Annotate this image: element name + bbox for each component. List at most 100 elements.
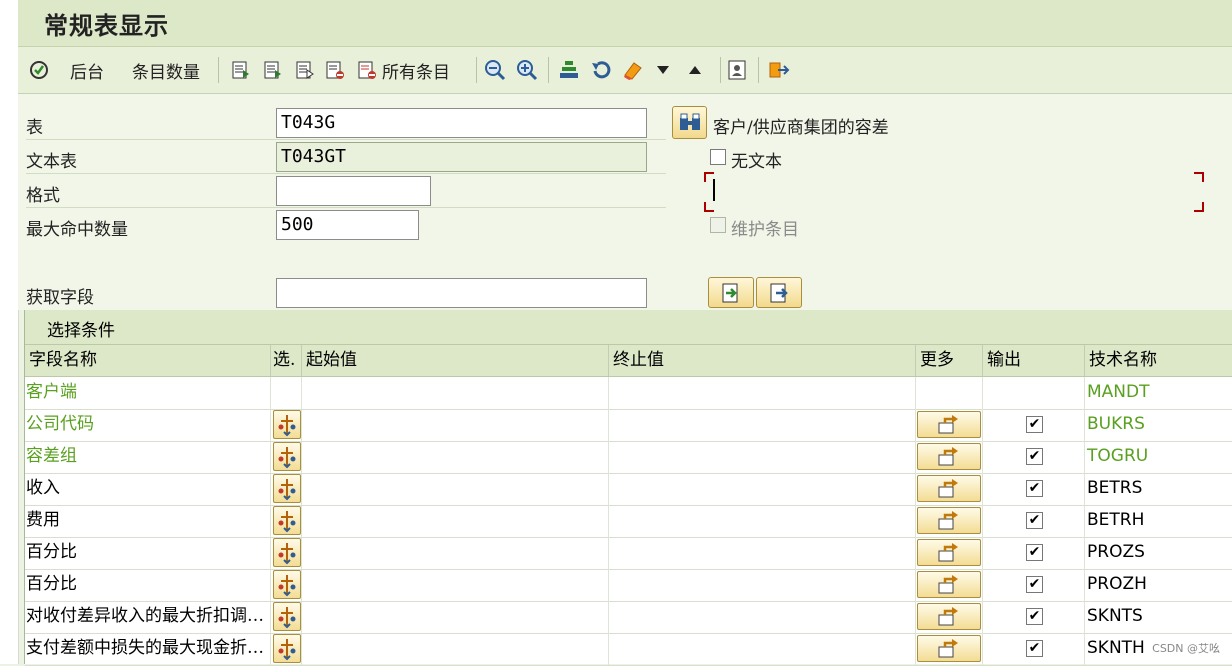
focus-corner	[1194, 172, 1204, 182]
output-checkbox[interactable]: ✔	[1026, 544, 1043, 561]
col-select[interactable]: 选.	[271, 345, 302, 376]
multiple-selection-button[interactable]	[273, 410, 301, 439]
selection-criteria-grid: 选择条件 字段名称 选. 起始值 终止值 更多 输出 技术名称 客户端 MANDT…	[24, 310, 1232, 666]
from-value-input[interactable]	[302, 473, 609, 505]
multiple-selection-icon	[278, 446, 296, 468]
selection-header-form: 表 T043G 文本表 T043GT 格式 最大命中数量 500 获取字段 客户…	[18, 94, 1232, 310]
max-hits-input[interactable]: 500	[276, 210, 419, 240]
table-row: 容差组 TOGRU ✔	[25, 441, 1232, 474]
all-entries-icon[interactable]	[356, 59, 378, 81]
table-input[interactable]: T043G	[276, 108, 647, 138]
field-name-cell: 公司代码	[25, 409, 271, 441]
binoculars-icon	[679, 113, 700, 130]
execute-icon[interactable]	[28, 59, 50, 81]
more-button[interactable]	[917, 507, 981, 534]
output-checkbox[interactable]: ✔	[1026, 416, 1043, 433]
from-value-input[interactable]	[302, 441, 609, 473]
from-value-input[interactable]	[302, 601, 609, 633]
multiple-selection-button[interactable]	[273, 570, 301, 599]
to-value-input[interactable]	[609, 473, 916, 505]
format-input[interactable]	[276, 176, 431, 206]
deselect-all-icon[interactable]	[294, 59, 316, 81]
col-field-name[interactable]: 字段名称	[25, 345, 271, 376]
delete-selection-icon[interactable]	[324, 59, 346, 81]
to-value-input[interactable]	[609, 441, 916, 473]
user-settings-icon[interactable]	[726, 59, 748, 81]
more-button[interactable]	[917, 603, 981, 630]
field-name-cell: 客户端	[25, 377, 271, 409]
multiple-selection-button[interactable]	[273, 602, 301, 631]
output-checkbox[interactable]: ✔	[1026, 448, 1043, 465]
number-of-entries-button[interactable]: 条目数量	[132, 47, 200, 93]
select-block-icon[interactable]	[262, 59, 284, 81]
to-value-input[interactable]	[609, 505, 916, 537]
more-button[interactable]	[917, 411, 981, 438]
col-to-value[interactable]: 终止值	[609, 345, 916, 376]
output-checkbox[interactable]: ✔	[1026, 480, 1043, 497]
output-cell	[983, 377, 1085, 409]
multiple-selection-button[interactable]	[273, 538, 301, 567]
to-value-input[interactable]	[609, 409, 916, 441]
from-value-input[interactable]	[302, 569, 609, 601]
export-icon[interactable]	[768, 59, 790, 81]
more-options-icon	[938, 606, 958, 625]
grid-title: 选择条件	[47, 321, 115, 341]
multiple-selection-button[interactable]	[273, 506, 301, 535]
zoom-out-icon[interactable]	[484, 59, 506, 81]
more-options-icon	[938, 542, 958, 561]
to-value-input[interactable]	[609, 569, 916, 601]
more-button[interactable]	[917, 475, 981, 502]
arrow-down-icon[interactable]	[652, 59, 674, 81]
table-info-button[interactable]	[672, 106, 707, 139]
col-output[interactable]: 输出	[983, 345, 1085, 376]
multiple-selection-icon	[278, 542, 296, 564]
get-fields-input[interactable]	[276, 278, 647, 308]
zoom-in-icon[interactable]	[516, 59, 538, 81]
undo-icon[interactable]	[590, 59, 612, 81]
multiple-selection-icon	[278, 510, 296, 532]
to-value-input[interactable]	[609, 601, 916, 633]
table-row: 支付差额中损失的最大现金折… SKNTH ✔	[25, 633, 1232, 666]
application-toolbar: 后台 条目数量 所有条目	[18, 47, 1232, 94]
multiple-selection-button[interactable]	[273, 474, 301, 503]
from-value-input	[302, 377, 609, 409]
more-options-icon	[938, 638, 958, 657]
eraser-icon[interactable]	[622, 59, 644, 81]
output-checkbox[interactable]: ✔	[1026, 608, 1043, 625]
row-divider	[26, 139, 666, 140]
output-checkbox[interactable]: ✔	[1026, 576, 1043, 593]
more-button[interactable]	[917, 571, 981, 598]
background-button[interactable]: 后台	[70, 47, 104, 93]
multiple-selection-button[interactable]	[273, 442, 301, 471]
col-tech-name[interactable]: 技术名称	[1085, 345, 1232, 376]
output-checkbox[interactable]: ✔	[1026, 512, 1043, 529]
more-button[interactable]	[917, 635, 981, 662]
to-value-input[interactable]	[609, 633, 916, 665]
from-value-input[interactable]	[302, 537, 609, 569]
to-value-input[interactable]	[609, 537, 916, 569]
import-fields-button[interactable]	[708, 277, 754, 308]
all-entries-button[interactable]: 所有条目	[382, 47, 450, 93]
col-more[interactable]: 更多	[916, 345, 983, 376]
more-options-icon	[938, 414, 958, 433]
more-button[interactable]	[917, 539, 981, 566]
arrow-up-icon[interactable]	[684, 59, 706, 81]
field-name-cell: 百分比	[25, 537, 271, 569]
from-value-input[interactable]	[302, 505, 609, 537]
no-text-checkbox[interactable]	[710, 149, 726, 165]
from-value-input[interactable]	[302, 409, 609, 441]
sort-icon[interactable]	[558, 59, 580, 81]
multiple-selection-button[interactable]	[273, 634, 301, 663]
table-description: 客户/供应商集团的容差	[713, 118, 889, 138]
tech-name-cell: BETRS	[1087, 478, 1143, 498]
from-value-input[interactable]	[302, 633, 609, 665]
tech-name-cell: MANDT	[1087, 382, 1150, 402]
select-cell	[271, 377, 302, 409]
more-button[interactable]	[917, 443, 981, 470]
export-fields-button[interactable]	[756, 277, 802, 308]
row-divider	[26, 207, 666, 208]
col-from-value[interactable]: 起始值	[302, 345, 609, 376]
output-checkbox[interactable]: ✔	[1026, 640, 1043, 657]
select-all-icon[interactable]	[230, 59, 252, 81]
multiple-selection-icon	[278, 606, 296, 628]
